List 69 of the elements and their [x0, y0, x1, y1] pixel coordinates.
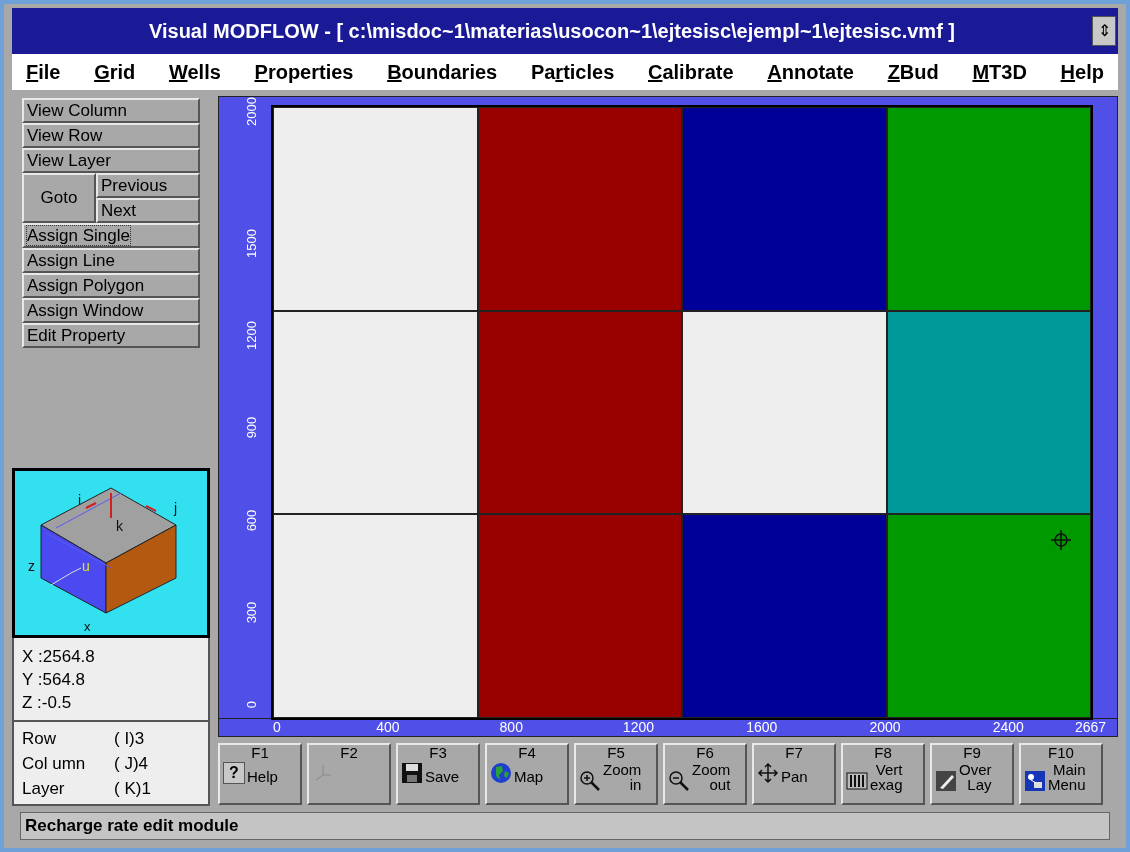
x-axis-label: 2667: [1075, 720, 1107, 734]
crosshair-icon: [1050, 529, 1072, 551]
function-key-button[interactable]: F3 Save: [396, 743, 480, 805]
status-text: Recharge rate edit module: [25, 815, 239, 838]
window-resize-button[interactable]: ⇕: [1092, 16, 1116, 46]
pan-arrows-icon: [757, 762, 779, 784]
function-key-button[interactable]: F8 Vert exag: [841, 743, 925, 805]
position-value: ( I)3: [114, 727, 145, 750]
coordinate-text: X :2564.8: [22, 645, 96, 668]
menu-item[interactable]: Wells: [168, 57, 221, 87]
function-key-button[interactable]: F6 Zoom out: [663, 743, 747, 805]
question-icon: ?: [223, 762, 245, 784]
y-axis-label: 1200: [244, 320, 258, 352]
menu-item[interactable]: Properties: [254, 57, 354, 87]
position-value: ( K)1: [114, 777, 151, 800]
coordinate-text: Y :564.8: [22, 668, 87, 691]
overlay-icon: [935, 770, 957, 792]
menu-item[interactable]: Grid: [94, 57, 136, 87]
x-axis-label: 1200: [622, 720, 654, 734]
x-axis-label: 1600: [746, 720, 778, 734]
x-axis-label: 2000: [869, 720, 901, 734]
next-button[interactable]: Next: [96, 198, 200, 223]
x-axis-label: 800: [499, 720, 523, 734]
y-axis-label: 600: [244, 508, 258, 533]
function-key-button[interactable]: F9 Over Lay: [930, 743, 1014, 805]
tool-button[interactable]: View Row: [22, 123, 200, 148]
y-axis-label: 0: [244, 699, 258, 711]
y-axis-label: 1500: [244, 227, 258, 260]
x-axis-label: 400: [376, 720, 400, 734]
tool-button[interactable]: Assign Polygon: [22, 273, 200, 298]
zoom-out-icon: [668, 770, 690, 792]
previous-button[interactable]: Previous: [96, 173, 200, 198]
tool-button[interactable]: View Column: [22, 98, 200, 123]
menu-item[interactable]: Particles: [530, 57, 615, 87]
function-key-button[interactable]: F7 Pan: [752, 743, 836, 805]
menu-item[interactable]: Calibrate: [648, 57, 734, 87]
cube-orientation-drawing: i j k z u x: [26, 473, 196, 633]
window-title: Visual MODFLOW - [ c:\misdoc~1\materias\usocon~1\ejtesisc\ejempl~1\ejtesisc.vmf ]: [147, 19, 956, 44]
globe-icon: [490, 762, 512, 784]
menu-item[interactable]: Boundaries: [387, 57, 498, 87]
menu-item[interactable]: Annotate: [767, 57, 854, 87]
function-key-button[interactable]: F1 ? Help: [218, 743, 302, 805]
function-key-button[interactable]: F10 Main Menu: [1019, 743, 1103, 805]
main-menu-icon: [1024, 770, 1046, 792]
tool-button[interactable]: View Layer: [22, 148, 200, 173]
x-axis-label: 0: [273, 720, 281, 734]
function-key-button[interactable]: F4 Map: [485, 743, 569, 805]
tool-button[interactable]: Edit Property: [22, 323, 200, 348]
function-key-button[interactable]: F5 Zoom in: [574, 743, 658, 805]
goto-button[interactable]: Goto: [22, 173, 96, 223]
y-axis-label: 2000: [244, 96, 258, 128]
position-value: ( J)4: [114, 752, 148, 775]
menu-item[interactable]: MT3D: [972, 57, 1027, 87]
tool-button[interactable]: Assign Line: [22, 248, 200, 273]
menu-item[interactable]: Help: [1060, 57, 1104, 87]
y-axis-label: 900: [244, 415, 258, 441]
coordinate-text: Z :-0.5: [22, 691, 73, 714]
x-axis-label: 2400: [992, 720, 1024, 734]
menu-item[interactable]: ZBud: [887, 57, 939, 87]
vertical-exaggeration-icon: [846, 770, 868, 792]
position-label: Layer: [22, 777, 66, 800]
position-label: Col umn: [22, 752, 87, 775]
tool-button[interactable]: Assign Window: [22, 298, 200, 323]
zoom-in-icon: [579, 770, 601, 792]
y-axis-label: 300: [244, 600, 258, 626]
position-label: Row: [22, 727, 57, 750]
function-key-button[interactable]: F2: [307, 743, 391, 805]
tool-button[interactable]: Assign Single: [22, 223, 200, 248]
menu-item[interactable]: File: [26, 57, 61, 87]
